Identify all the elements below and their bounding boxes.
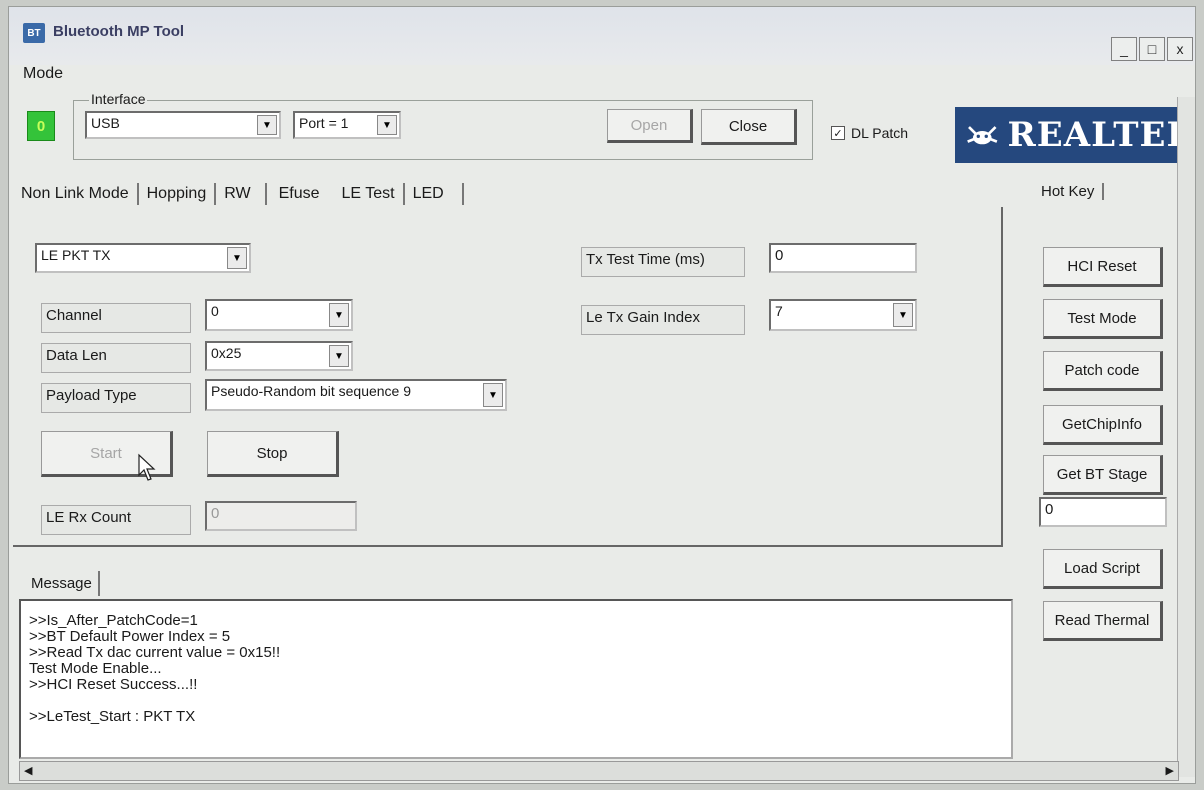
tab-rw[interactable]: RW [216,183,267,205]
tab-led[interactable]: LED [405,183,464,205]
tab-message[interactable]: Message [25,571,100,596]
log-line: >>Is_After_PatchCode=1 [29,612,198,629]
tab-hopping[interactable]: Hopping [139,183,217,205]
chevron-down-icon[interactable]: ▼ [257,115,277,135]
log-line: Test Mode Enable... [29,660,162,677]
hci-reset-button[interactable]: HCI Reset [1043,247,1163,287]
test-mode-button[interactable]: Test Mode [1043,299,1163,339]
port-select[interactable]: Port = 1 ▼ [293,111,401,139]
read-thermal-button[interactable]: Read Thermal [1043,601,1163,641]
tx-test-time-label: Tx Test Time (ms) [581,247,745,277]
chevron-down-icon[interactable]: ▼ [893,303,913,327]
load-script-button[interactable]: Load Script [1043,549,1163,589]
le-tx-gain-index-label: Le Tx Gain Index [581,305,745,335]
checkbox-checked-icon[interactable]: ✓ [831,126,845,140]
tab-efuse[interactable]: Efuse [267,183,328,205]
payload-type-value: Pseudo-Random bit sequence 9 [211,383,412,399]
main-window: BT Bluetooth MP Tool _ □ x Mode 0 Interf… [8,6,1196,784]
menu-mode[interactable]: Mode [23,65,63,83]
interface-type-value: USB [91,115,120,131]
gain-value: 7 [775,303,783,319]
port-value: Port = 1 [299,115,349,131]
minimize-button[interactable]: _ [1111,37,1137,61]
tab-strip: Non Link Mode Hopping RW Efuse LE Test L… [13,183,464,205]
interface-type-select[interactable]: USB ▼ [85,111,281,139]
channel-label: Channel [41,303,191,333]
data-len-value: 0x25 [211,345,242,361]
scroll-left-icon[interactable]: ◀ [24,764,32,777]
tab-hot-key[interactable]: Hot Key [1041,183,1105,200]
tab-le-test[interactable]: LE Test [328,183,405,205]
scroll-right-icon[interactable]: ▶ [1166,764,1174,777]
open-button[interactable]: Open [607,109,693,143]
close-button[interactable]: Close [701,109,797,145]
interface-group-label: Interface [89,91,148,107]
vertical-scrollbar[interactable] [1177,97,1195,777]
bt-stage-field[interactable]: 0 [1039,497,1167,527]
le-tx-gain-index-select[interactable]: 7 ▼ [769,299,917,331]
log-line: >>Read Tx dac current value = 0x15!! [29,644,281,661]
bluetooth-app-icon: BT [23,23,45,43]
log-line: >>BT Default Power Index = 5 [29,628,231,645]
chevron-down-icon[interactable]: ▼ [329,345,349,367]
log-line: >>LeTest_Start : PKT TX [29,708,196,725]
chevron-down-icon[interactable]: ▼ [227,247,247,269]
chevron-down-icon[interactable]: ▼ [377,115,397,135]
patch-code-button[interactable]: Patch code [1043,351,1163,391]
crab-logo-icon [967,126,998,145]
get-chip-info-button[interactable]: GetChipInfo [1043,405,1163,445]
channel-value: 0 [211,303,219,319]
stop-button[interactable]: Stop [207,431,339,477]
window-controls: _ □ x [1111,37,1193,61]
le-rx-count-label: LE Rx Count [41,505,191,535]
mouse-cursor-icon [138,453,156,481]
channel-select[interactable]: 0 ▼ [205,299,353,331]
data-len-select[interactable]: 0x25 ▼ [205,341,353,371]
close-window-button[interactable]: x [1167,37,1193,61]
le-rx-count-field: 0 [205,501,357,531]
realtek-logo: REALTEK [955,107,1196,163]
maximize-button[interactable]: □ [1139,37,1165,61]
dl-patch-label: DL Patch [851,125,909,141]
status-led: 0 [27,111,55,141]
payload-type-label: Payload Type [41,383,191,413]
payload-type-select[interactable]: Pseudo-Random bit sequence 9 ▼ [205,379,507,411]
le-mode-value: LE PKT TX [41,247,111,263]
tx-test-time-input[interactable]: 0 [769,243,917,273]
le-mode-select[interactable]: LE PKT TX ▼ [35,243,251,273]
data-len-label: Data Len [41,343,191,373]
horizontal-scrollbar[interactable]: ◀ ▶ [19,761,1179,781]
get-bt-stage-button[interactable]: Get BT Stage [1043,455,1163,495]
tab-non-link-mode[interactable]: Non Link Mode [13,183,139,205]
log-line: >>HCI Reset Success...!! [29,676,198,693]
window-title: Bluetooth MP Tool [53,23,185,40]
dl-patch-checkbox[interactable]: ✓ DL Patch [831,125,908,141]
message-log[interactable]: >>Is_After_PatchCode=1 >>BT Default Powe… [19,599,1013,759]
title-bar[interactable] [9,7,1195,65]
chevron-down-icon[interactable]: ▼ [329,303,349,327]
logo-text: REALTEK [1007,115,1196,155]
chevron-down-icon[interactable]: ▼ [483,383,503,407]
